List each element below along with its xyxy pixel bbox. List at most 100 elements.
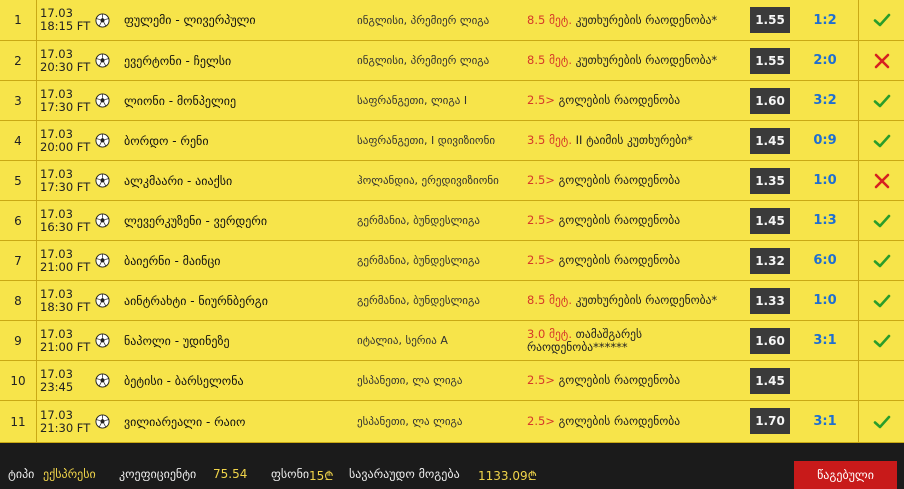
row-number: 3: [0, 81, 37, 120]
table-row: 5 17.03 17:30 FT ალკმაარი - აიაქსი ჰოლანდია,…: [0, 161, 904, 201]
league-name: იტალია, სერია A: [357, 334, 448, 347]
bet-market: 2.5> გოლების რაოდენობა: [527, 161, 742, 200]
bet-description: კუთხურების რაოდენობა*: [571, 293, 718, 307]
match-datetime: 17.03 17:30 FT: [40, 161, 92, 200]
odds-badge: 1.45: [750, 368, 790, 394]
match-time: 21:30 FT: [40, 420, 91, 435]
table-row: 10 17.03 23:45 ბეტისი - ბარსელონა ესპანეთი, …: [0, 361, 904, 401]
league-name: ესპანეთი, ლა ლიგა: [357, 374, 463, 387]
row-number: 9: [0, 321, 37, 360]
football-icon: [92, 401, 112, 442]
check-icon: [858, 201, 904, 240]
bet-description: გოლების რაოდენობა: [554, 373, 681, 387]
table-row: 7 17.03 21:00 FT ბაიერნი - მაინცი გერმანია, …: [0, 241, 904, 281]
row-number: 2: [0, 41, 37, 80]
bet-market: 8.5 მეტ. კუთხურების რაოდენობა*: [527, 281, 742, 320]
league-name: ესპანეთი, ლა ლიგა: [357, 415, 463, 428]
coef-value: 75.54: [213, 467, 248, 481]
match-datetime: 17.03 18:15 FT: [40, 0, 92, 40]
match-name[interactable]: ფულემი - ლივერპული: [124, 0, 349, 40]
match-name[interactable]: ბეტისი - ბარსელონა: [124, 361, 349, 400]
football-icon: [92, 321, 112, 360]
row-number: 1: [0, 0, 37, 40]
league-name: გერმანია, ბუნდესლიგა: [357, 294, 480, 307]
row-number: 10: [0, 361, 37, 400]
match-datetime: 17.03 21:00 FT: [40, 321, 92, 360]
match-score[interactable]: 2:0: [800, 41, 850, 80]
match-score[interactable]: 1:2: [800, 0, 850, 40]
bet-description: გოლების რაოდენობა: [554, 173, 681, 187]
row-number: 4: [0, 121, 37, 160]
match-score[interactable]: 1:0: [800, 281, 850, 320]
type-value: ექსპრესი: [43, 467, 96, 481]
table-row: 1 17.03 18:15 FT ფულემი - ლივერპული ინგლისი,…: [0, 0, 904, 41]
match-datetime: 17.03 20:00 FT: [40, 121, 92, 160]
odds-badge: 1.60: [750, 88, 790, 114]
match-score[interactable]: 6:0: [800, 241, 850, 280]
match-name[interactable]: ლევერკუზენი - ვერდერი: [124, 201, 349, 240]
match-name[interactable]: ნაპოლი - უდინეზე: [124, 321, 349, 360]
match-name[interactable]: ლიონი - მონპელიე: [124, 81, 349, 120]
match-score[interactable]: 1:3: [800, 201, 850, 240]
bet-description: გოლების რაოდენობა: [554, 414, 681, 428]
check-icon: [858, 281, 904, 320]
match-score[interactable]: 3:1: [800, 401, 850, 442]
football-icon: [92, 361, 112, 400]
match-score[interactable]: 0:9: [800, 121, 850, 160]
check-icon: [858, 241, 904, 280]
match-time: 18:15 FT: [40, 19, 91, 33]
match-date: 17.03: [40, 407, 73, 422]
match-name[interactable]: ალკმაარი - აიაქსი: [124, 161, 349, 200]
match-name[interactable]: ევერტონი - ჩელსი: [124, 41, 349, 80]
check-icon: [858, 0, 904, 40]
type-label: ტიპი: [8, 467, 35, 481]
match-score[interactable]: [800, 361, 850, 400]
match-time: 21:00 FT: [40, 339, 91, 354]
match-name[interactable]: ბორდო - რენი: [124, 121, 349, 160]
bet-line: 3.5 მეტ.: [527, 133, 572, 147]
bet-line: 2.5>: [527, 213, 555, 227]
match-time: 20:00 FT: [40, 139, 91, 154]
odds-badge: 1.35: [750, 168, 790, 194]
bet-market: 3.0 მეტ. თამაშგარეს რაოდენობა******: [527, 321, 742, 360]
match-datetime: 17.03 21:00 FT: [40, 241, 92, 280]
match-date: 17.03: [40, 206, 73, 221]
bets-table: 1 17.03 18:15 FT ფულემი - ლივერპული ინგლისი,…: [0, 0, 904, 443]
match-name[interactable]: ვილიარეალი - რაიო: [124, 401, 349, 442]
table-row: 2 17.03 20:30 FT ევერტონი - ჩელსი ინგლისი, პ…: [0, 41, 904, 81]
match-datetime: 17.03 21:30 FT: [40, 401, 92, 442]
match-time: 23:45: [40, 379, 74, 394]
bet-line: 3.0 მეტ.: [527, 326, 572, 341]
league-name: გერმანია, ბუნდესლიგა: [357, 254, 480, 267]
match-time: 18:30 FT: [40, 299, 91, 314]
row-number: 7: [0, 241, 37, 280]
match-time: 21:00 FT: [40, 259, 91, 274]
bet-market: 2.5> გოლების რაოდენობა: [527, 81, 742, 120]
league-name: ინგლისი, პრემიერ ლიგა: [357, 13, 490, 27]
row-number: 6: [0, 201, 37, 240]
odds-badge: 1.55: [750, 48, 790, 74]
football-icon: [92, 281, 112, 320]
league-name: საფრანგეთი, ლიგა I: [357, 94, 468, 107]
match-time: 20:30 FT: [40, 59, 91, 74]
result-button[interactable]: წაგებული: [794, 461, 897, 489]
football-icon: [92, 241, 112, 280]
stake-label: ფსონი: [271, 467, 310, 481]
bet-description: გოლების რაოდენობა: [554, 93, 681, 107]
cross-icon: [858, 41, 904, 80]
odds-badge: 1.70: [750, 408, 790, 434]
bet-market: 2.5> გოლების რაოდენობა: [527, 401, 742, 442]
match-name[interactable]: აინტრახტი - ნიურნბერგი: [124, 281, 349, 320]
table-row: 4 17.03 20:00 FT ბორდო - რენი საფრანგეთი, I …: [0, 121, 904, 161]
league-name: ინგლისი, პრემიერ ლიგა: [357, 54, 490, 67]
bet-description: კუთხურების რაოდენობა*: [571, 12, 718, 27]
bet-line: 2.5>: [527, 253, 555, 267]
check-icon: [858, 81, 904, 120]
match-score[interactable]: 1:0: [800, 161, 850, 200]
bet-market: 8.5 მეტ. კუთხურების რაოდენობა*: [527, 41, 742, 80]
odds-badge: 1.33: [750, 288, 790, 314]
row-number: 11: [0, 401, 37, 442]
match-name[interactable]: ბაიერნი - მაინცი: [124, 241, 349, 280]
match-score[interactable]: 3:1: [800, 321, 850, 360]
match-score[interactable]: 3:2: [800, 81, 850, 120]
